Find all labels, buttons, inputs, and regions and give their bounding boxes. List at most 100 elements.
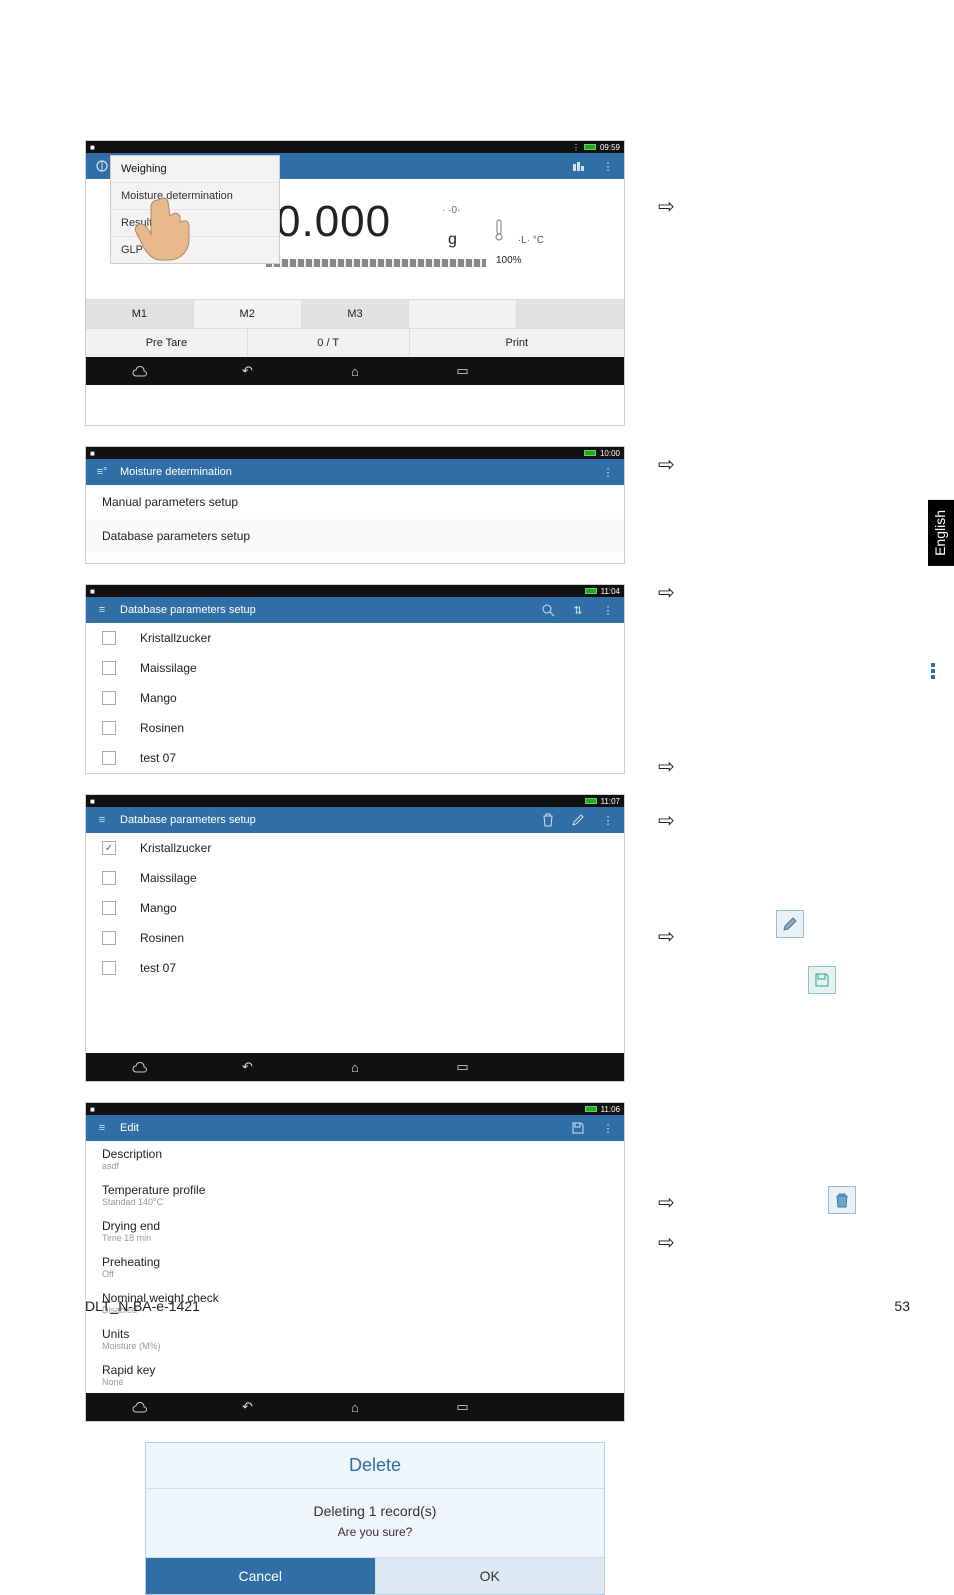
nav-home-icon[interactable]: ⌂: [301, 1060, 409, 1075]
mode-option[interactable]: Results: [111, 210, 279, 237]
list-item[interactable]: Maissilage: [86, 863, 624, 893]
checkbox[interactable]: [102, 661, 116, 675]
arrow-right-icon: ⇨: [658, 924, 675, 949]
search-icon[interactable]: [540, 602, 556, 618]
memory-slot[interactable]: M2: [194, 300, 302, 328]
battery-icon: [585, 1106, 597, 1112]
trash-icon[interactable]: [540, 812, 556, 828]
checkbox[interactable]: [102, 691, 116, 705]
status-time: 11:04: [601, 587, 620, 596]
nav-back-icon[interactable]: ↶: [194, 363, 302, 379]
menu-dots-icon[interactable]: ⋮: [600, 602, 616, 618]
mode-option[interactable]: Weighing: [111, 156, 279, 183]
checkbox[interactable]: [102, 961, 116, 975]
mode-dropdown: Weighing Moisture determination Results …: [110, 155, 280, 264]
list-item[interactable]: Rosinen: [86, 713, 624, 743]
nav-cloud-icon[interactable]: [86, 1400, 194, 1415]
edit-icon[interactable]: [570, 812, 586, 828]
sort-icon[interactable]: ⇅: [570, 602, 586, 618]
mode-option[interactable]: Moisture determination: [111, 183, 279, 210]
status-left-icon: ■: [90, 797, 95, 806]
capacity-pct: 100%: [496, 255, 522, 266]
checkbox[interactable]: [102, 871, 116, 885]
list-icon: ≡: [94, 1120, 110, 1136]
cancel-button[interactable]: Cancel: [146, 1558, 375, 1594]
battery-icon: [584, 144, 596, 150]
list-item[interactable]: Mango: [86, 683, 624, 713]
pretare-button[interactable]: Pre Tare: [86, 329, 248, 357]
field-value: Off: [102, 1269, 608, 1279]
status-time: 09:59: [600, 143, 620, 152]
language-tab[interactable]: English: [928, 500, 954, 566]
edit-row[interactable]: PreheatingOff: [86, 1249, 624, 1285]
list-item[interactable]: test 07: [86, 953, 624, 983]
save-icon[interactable]: [570, 1120, 586, 1136]
nav-home-icon[interactable]: ⌂: [301, 1400, 409, 1415]
list-item[interactable]: Maissilage: [86, 653, 624, 683]
titlebar-db-selected: ≡ Database parameters setup ⋮: [86, 807, 624, 833]
nav-cloud-icon[interactable]: [86, 364, 194, 379]
menu-dots-icon[interactable]: ⋮: [600, 812, 616, 828]
checkbox[interactable]: [102, 721, 116, 735]
save-disk-button[interactable]: [808, 966, 836, 994]
edit-row[interactable]: Rapid keyNone: [86, 1357, 624, 1393]
nav-recent-icon[interactable]: ▭: [409, 1399, 517, 1415]
nav-recent-icon[interactable]: ▭: [409, 363, 517, 379]
list-icon: ≡: [94, 812, 110, 828]
edit-row[interactable]: Descriptionasdf: [86, 1141, 624, 1177]
screen-title: Moisture determination: [120, 466, 232, 478]
list-item[interactable]: test 07: [86, 743, 624, 773]
zerotare-button[interactable]: 0 / T: [248, 329, 410, 357]
screen-title: Database parameters setup: [120, 814, 256, 826]
screen-title: Database parameters setup: [120, 604, 256, 616]
delete-trash-button[interactable]: [828, 1186, 856, 1214]
footer-page-number: 53: [894, 1298, 910, 1314]
edit-row[interactable]: UnitsMoisture (M%): [86, 1321, 624, 1357]
item-label: Maissilage: [140, 871, 197, 885]
item-label: Kristallzucker: [140, 631, 211, 645]
levels-icon[interactable]: [570, 158, 586, 174]
field-value: None: [102, 1377, 608, 1387]
print-button[interactable]: Print: [410, 329, 624, 357]
edit-pencil-button[interactable]: [776, 910, 804, 938]
battery-icon: [584, 450, 596, 456]
field-label: Drying end: [102, 1219, 608, 1233]
menu-dots-icon[interactable]: ⋮: [600, 464, 616, 480]
nav-recent-icon[interactable]: ▭: [409, 1059, 517, 1075]
nav-cloud-icon[interactable]: [86, 1060, 194, 1075]
checkbox[interactable]: [102, 901, 116, 915]
ok-button[interactable]: OK: [375, 1558, 605, 1594]
checkbox[interactable]: [102, 631, 116, 645]
memory-empty: [517, 300, 624, 328]
status-left-icon: ■: [90, 449, 95, 458]
checkbox[interactable]: [102, 931, 116, 945]
memory-slot[interactable]: M3: [302, 300, 410, 328]
edit-row[interactable]: Drying endTime 18 min: [86, 1213, 624, 1249]
list-item[interactable]: Kristallzucker: [86, 833, 624, 863]
menu-dots-icon[interactable]: ⋮: [600, 158, 616, 174]
weight-value: 0.000: [276, 197, 391, 247]
menu-item-database-setup[interactable]: Database parameters setup: [86, 519, 624, 553]
arrow-right-icon: ⇨: [658, 452, 675, 477]
nav-back-icon[interactable]: ↶: [194, 1059, 302, 1075]
list-item[interactable]: Rosinen: [86, 923, 624, 953]
memory-slot[interactable]: M1: [86, 300, 194, 328]
checkbox[interactable]: [102, 751, 116, 765]
nav-home-icon[interactable]: ⌂: [301, 364, 409, 379]
nav-back-icon[interactable]: ↶: [194, 1399, 302, 1415]
list-item[interactable]: Mango: [86, 893, 624, 923]
status-bar: ■ 11:06: [86, 1103, 624, 1115]
screen-weighing: ■ ⋮ 09:59 Weighing Default ⋮: [85, 140, 625, 426]
status-time: 10:00: [600, 449, 620, 458]
dialog-buttons: Cancel OK: [146, 1557, 604, 1594]
list-item[interactable]: Kristallzucker: [86, 623, 624, 653]
screen-db-list-selected: ■ 11:07 ≡ Database parameters setup ⋮ Kr…: [85, 794, 625, 1082]
heater-icon: ≡°: [94, 464, 110, 480]
edit-row[interactable]: Temperature profileStandad 140°C: [86, 1177, 624, 1213]
page-dots-icon: [922, 660, 944, 682]
mode-option[interactable]: GLP: [111, 237, 279, 263]
nav-bar: ↶ ⌂ ▭: [86, 1393, 624, 1421]
checkbox[interactable]: [102, 841, 116, 855]
menu-item-manual-setup[interactable]: Manual parameters setup: [86, 485, 624, 519]
menu-dots-icon[interactable]: ⋮: [600, 1120, 616, 1136]
